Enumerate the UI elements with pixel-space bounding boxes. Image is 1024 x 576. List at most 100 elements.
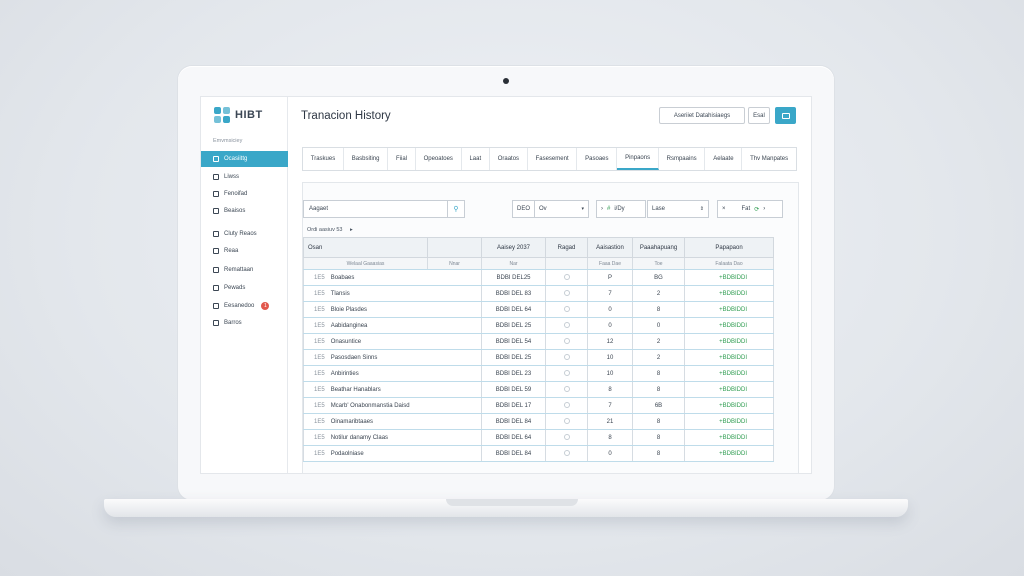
- filter-dropdown-2[interactable]: › # i/Dy: [596, 200, 646, 218]
- cell-amount: +BDBIDDI: [684, 397, 774, 414]
- sidebar-item-9[interactable]: Barros: [201, 315, 288, 331]
- cell-checkbox[interactable]: [545, 285, 588, 302]
- row-name: Podaolniase: [330, 450, 364, 457]
- cell-amount: +BDBIDDI: [684, 445, 774, 462]
- cell-qty: P: [587, 269, 633, 286]
- table-row[interactable]: 1E5 Aabidanginea BDBI DEL 25 0 0 +BDBIDDI: [303, 317, 774, 334]
- sidebar-item-5[interactable]: Reaa: [201, 243, 288, 259]
- row-id: 1E5: [314, 306, 325, 313]
- main-content: Tranacion History Aseriiet Datahisiaegs …: [289, 97, 811, 473]
- row-checkbox[interactable]: [563, 289, 570, 296]
- cell-amount: +BDBIDDI: [684, 301, 774, 318]
- calendar-button[interactable]: [775, 107, 796, 124]
- row-id: 1E5: [314, 386, 325, 393]
- cell-qty: 8: [587, 429, 633, 446]
- cell-checkbox[interactable]: [545, 301, 588, 318]
- filter-2-value: i/Dy: [614, 206, 625, 212]
- cell-checkbox[interactable]: [545, 269, 588, 286]
- tab-9[interactable]: Rsmpaains: [659, 148, 706, 170]
- row-checkbox[interactable]: [563, 385, 570, 392]
- cell-checkbox[interactable]: [545, 365, 588, 382]
- chart-icon: [213, 208, 219, 214]
- tab-8[interactable]: Pinpaons: [617, 148, 659, 170]
- refresh-icon[interactable]: ⟳: [754, 206, 759, 213]
- row-checkbox[interactable]: [563, 369, 570, 376]
- tab-4[interactable]: Laat: [462, 148, 490, 170]
- row-name: Boabaes: [330, 274, 355, 281]
- tab-6[interactable]: Fasesement: [528, 148, 578, 170]
- app-logo[interactable]: HIBT: [214, 107, 263, 123]
- column-header-4[interactable]: Aaisastion: [587, 237, 633, 258]
- sidebar-item-0[interactable]: Ocasiittg: [201, 151, 288, 167]
- export-button[interactable]: Aseriiet Datahisiaegs: [659, 107, 745, 124]
- row-checkbox[interactable]: [563, 449, 570, 456]
- row-checkbox[interactable]: [563, 417, 570, 424]
- group-label[interactable]: Ordi aasiuv 53 ▸: [307, 227, 353, 233]
- small-header-button[interactable]: Esal: [748, 107, 770, 124]
- cell-qty: 8: [587, 381, 633, 398]
- cell-amount: +BDBIDDI: [684, 317, 774, 334]
- tab-1[interactable]: Basbsiting: [344, 148, 389, 170]
- cell-checkbox[interactable]: [545, 397, 588, 414]
- row-checkbox[interactable]: [563, 337, 570, 344]
- filter-dropdown-3[interactable]: Lase ⇕: [647, 200, 709, 218]
- filter-3-value: Lase: [652, 206, 666, 212]
- cell-checkbox[interactable]: [545, 349, 588, 366]
- tab-3[interactable]: Opeoatoes: [416, 148, 462, 170]
- cell-checkbox[interactable]: [545, 429, 588, 446]
- table-row[interactable]: 1E5 Tlansis BDBI DEL 83 7 2 +BDBIDDI: [303, 285, 774, 302]
- row-checkbox[interactable]: [563, 401, 570, 408]
- cell-checkbox[interactable]: [545, 413, 588, 430]
- column-header-0[interactable]: Osan: [303, 237, 428, 258]
- sidebar-item-3[interactable]: Beaisos: [201, 203, 288, 219]
- table-row[interactable]: 1E5 Bloie Plasdes BDBI DEL 64 0 8 +BDBIDDI: [303, 301, 774, 318]
- column-header-6[interactable]: Papapaon: [684, 237, 774, 258]
- cell-name: 1E5 Oinamaribtaaes: [303, 413, 482, 430]
- sidebar-item-8[interactable]: Eesanedoo 1: [201, 298, 288, 314]
- cell-checkbox[interactable]: [545, 317, 588, 334]
- search-icon[interactable]: ⚲: [447, 201, 464, 217]
- tab-0[interactable]: Traskues: [303, 148, 344, 170]
- column-header-1[interactable]: [427, 237, 482, 258]
- row-checkbox[interactable]: [563, 433, 570, 440]
- tab-5[interactable]: Oraatos: [490, 148, 528, 170]
- chevron-right-icon[interactable]: ›: [763, 206, 765, 212]
- row-checkbox[interactable]: [563, 321, 570, 328]
- table-row[interactable]: 1E5 Pasosdaen Sinns BDBI DEL 25 10 2 +BDBIDDI: [303, 349, 774, 366]
- group-label-text: Ordi aasiuv 53: [307, 227, 343, 233]
- table-row[interactable]: 1E5 Oinamaribtaaes BDBI DEL 84 21 8 +BDBIDDI: [303, 413, 774, 430]
- tab-10[interactable]: Aelaate: [705, 148, 743, 170]
- cell-qty: 12: [587, 333, 633, 350]
- table-row[interactable]: 1E5 Anbirinties BDBI DEL 23 10 8 +BDBIDDI: [303, 365, 774, 382]
- sidebar-item-1[interactable]: Liwss: [201, 169, 288, 185]
- column-header-3[interactable]: Ragad: [545, 237, 588, 258]
- cell-checkbox[interactable]: [545, 333, 588, 350]
- filter-dropdown-1[interactable]: DEO Ov ▾: [512, 200, 589, 218]
- cell-checkbox[interactable]: [545, 445, 588, 462]
- sidebar-item-4[interactable]: Cluty Reaos: [201, 226, 288, 242]
- tab-2[interactable]: Fiial: [388, 148, 416, 170]
- filter-dropdown-4[interactable]: × Fat ⟳ ›: [717, 200, 783, 218]
- row-checkbox[interactable]: [563, 353, 570, 360]
- sidebar-item-7[interactable]: Pewads: [201, 280, 288, 296]
- row-checkbox[interactable]: [563, 305, 570, 312]
- table-row[interactable]: 1E5 Boabaes BDBI DEL25 P BG +BDBIDDI: [303, 269, 774, 286]
- row-checkbox[interactable]: [563, 273, 570, 280]
- table-row[interactable]: 1E5 Beathar Hanablars BDBI DEL 59 8 8 +BDBIDD…: [303, 381, 774, 398]
- cell-checkbox[interactable]: [545, 381, 588, 398]
- table-row[interactable]: 1E5 Onasuntice BDBI DEL 54 12 2 +BDBIDDI: [303, 333, 774, 350]
- tab-7[interactable]: Pasoaes: [577, 148, 618, 170]
- cell-date: BDBI DEL 54: [481, 333, 546, 350]
- search-input[interactable]: Aagaet ⚲: [303, 200, 465, 218]
- table-row[interactable]: 1E5 Podaolniase BDBI DEL 84 0 8 +BDBIDDI: [303, 445, 774, 462]
- column-header-2[interactable]: Aaisey 2037: [481, 237, 546, 258]
- table-row[interactable]: 1E5 Mcarb' Onabonmanstia Daisd BDBI DEL 17…: [303, 397, 774, 414]
- cell-amount: +BDBIDDI: [684, 349, 774, 366]
- sidebar-item-6[interactable]: Remattaan: [201, 262, 288, 278]
- tab-11[interactable]: Thv Manpates: [742, 148, 796, 170]
- column-header-5[interactable]: Paaahapuang: [632, 237, 685, 258]
- sidebar-item-2[interactable]: Fenoifad: [201, 186, 288, 202]
- table-row[interactable]: 1E5 Notilur danamy Claas BDBI DEL 64 8 8 +BDB…: [303, 429, 774, 446]
- camera-dot: [503, 78, 509, 84]
- cell-date: BDBI DEL 25: [481, 317, 546, 334]
